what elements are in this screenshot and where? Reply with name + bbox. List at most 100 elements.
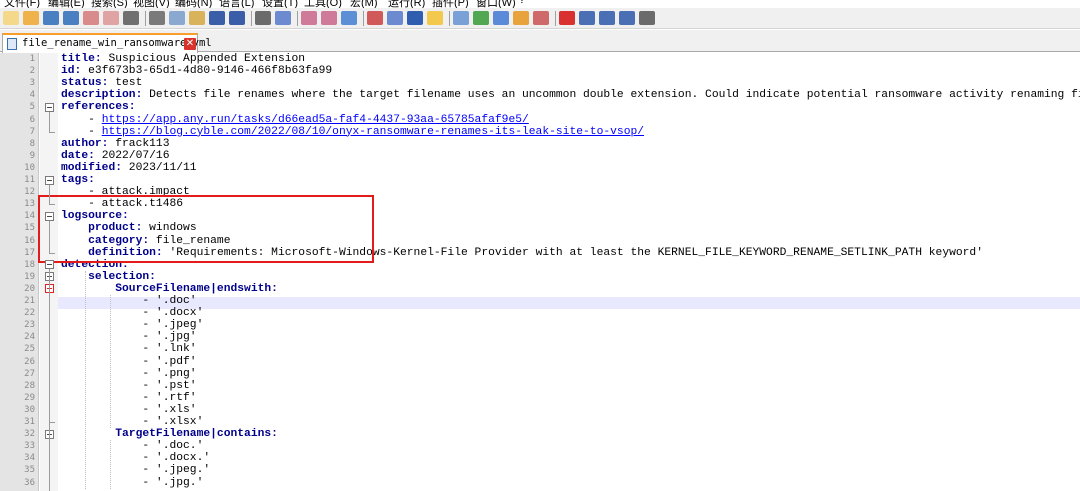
replace-icon[interactable] xyxy=(275,11,291,25)
new-file-icon[interactable] xyxy=(3,11,19,25)
menu-item[interactable]: 语言(L) xyxy=(219,0,254,8)
code-line[interactable]: - '.pdf' xyxy=(61,356,196,368)
fold-toggle-icon[interactable] xyxy=(45,175,54,185)
yaml-value: - '.jpg' xyxy=(61,331,197,344)
line-number: 23 xyxy=(24,320,35,331)
code-line[interactable]: - '.jpeg.' xyxy=(61,464,210,476)
code-line[interactable]: - '.jpg.' xyxy=(61,477,203,489)
code-line[interactable]: - '.docx.' xyxy=(61,452,210,464)
menu-item[interactable]: 工具(O) xyxy=(304,0,342,8)
code-line[interactable]: SourceFilename|endswith: xyxy=(61,283,278,295)
menu-item[interactable]: 运行(R) xyxy=(388,0,425,8)
yaml-value: 2022/07/16 xyxy=(101,149,170,162)
line-number: 15 xyxy=(24,223,35,234)
tab-close-icon[interactable]: ✕ xyxy=(184,38,196,50)
code-line[interactable]: - https://app.any.run/tasks/d66ead5a-faf… xyxy=(61,114,529,126)
record-macro-icon[interactable] xyxy=(559,11,575,25)
code-editor[interactable]: 1 2 3 4 5 6 7 8 9 10 11 12 13 14 15 16 17 18 19 20 21 22 23 24 2… xyxy=(0,53,1080,491)
sync-v-icon[interactable] xyxy=(341,11,357,25)
save-icon[interactable] xyxy=(43,11,59,25)
code-line[interactable]: selection: xyxy=(61,271,156,283)
code-line[interactable]: - '.xls' xyxy=(61,403,197,416)
line-number: 18 xyxy=(24,259,35,270)
yaml-key: date: xyxy=(61,149,102,162)
menu-item[interactable]: 插件(P) xyxy=(432,0,469,8)
folder-workspace-icon[interactable] xyxy=(513,11,529,25)
menu-item[interactable]: 编辑(E) xyxy=(48,0,85,8)
close-icon[interactable] xyxy=(83,11,99,25)
code-line[interactable]: id: e3f673b3-65d1-4d80-9146-466f8b63fa99 xyxy=(61,65,332,77)
code-line[interactable]: - '.doc.' xyxy=(61,440,203,452)
monitor-icon[interactable] xyxy=(533,11,549,25)
menu-item[interactable]: 设置(T) xyxy=(262,0,298,8)
word-wrap-icon[interactable] xyxy=(387,11,403,25)
print-icon[interactable] xyxy=(123,11,139,25)
redo-icon[interactable] xyxy=(229,11,245,25)
yaml-value: - xyxy=(61,125,102,138)
code-line[interactable]: - '.doc' xyxy=(61,295,196,307)
menu-item[interactable]: 宏(M) xyxy=(350,0,378,8)
code-line[interactable]: - '.lnk' xyxy=(61,343,196,355)
stop-record-icon[interactable] xyxy=(579,11,595,25)
menu-item[interactable]: 视图(V) xyxy=(133,0,170,8)
yaml-value: - '.pst' xyxy=(61,379,197,392)
play-macro-icon[interactable] xyxy=(599,11,615,25)
sync-h-icon[interactable] xyxy=(367,11,383,25)
fold-toggle-icon[interactable] xyxy=(45,102,54,112)
run-macro-multi-icon[interactable] xyxy=(619,11,635,25)
open-file-icon[interactable] xyxy=(23,11,39,25)
code-line[interactable]: author: frack113 xyxy=(61,138,169,150)
yaml-value: - '.png' xyxy=(61,367,197,380)
yaml-key: selection: xyxy=(88,270,156,283)
undo-icon[interactable] xyxy=(209,11,225,25)
reference-link[interactable]: https://blog.cyble.com/2022/08/10/onyx-r… xyxy=(102,126,644,138)
code-line[interactable]: - '.docx' xyxy=(61,307,203,319)
doc-map-icon[interactable] xyxy=(473,11,489,25)
yaml-value: - '.xls' xyxy=(61,403,197,416)
find-icon[interactable] xyxy=(255,11,271,25)
line-number: 26 xyxy=(24,356,35,367)
code-line[interactable]: title: Suspicious Appended Extension xyxy=(61,53,305,65)
lang-icon[interactable] xyxy=(453,11,469,25)
fold-toggle-icon[interactable] xyxy=(45,211,54,221)
code-line[interactable]: - '.jpg' xyxy=(61,331,197,344)
code-line[interactable]: status: test xyxy=(61,77,142,89)
zoom-in-icon[interactable] xyxy=(301,11,317,25)
code-line[interactable]: tags: xyxy=(61,174,95,186)
paste-icon[interactable] xyxy=(189,11,205,25)
line-number: 36 xyxy=(24,477,35,488)
menu-item[interactable]: 编码(N) xyxy=(175,0,212,8)
code-line[interactable]: date: 2022/07/16 xyxy=(61,150,169,162)
code-line[interactable]: - '.png' xyxy=(61,367,197,380)
save-macro-icon[interactable] xyxy=(639,11,655,25)
cut-icon[interactable] xyxy=(149,11,165,25)
function-list-icon[interactable] xyxy=(493,11,509,25)
line-number: 5 xyxy=(29,102,35,113)
yaml-value: test xyxy=(115,77,143,90)
fold-toggle-icon[interactable] xyxy=(45,260,54,270)
show-all-chars-icon[interactable] xyxy=(407,11,423,25)
fold-line xyxy=(49,220,50,254)
fold-line xyxy=(49,111,50,133)
code-line[interactable]: - '.jpeg' xyxy=(61,319,203,331)
close-all-icon[interactable] xyxy=(103,11,119,25)
code-line[interactable]: modified: 2023/11/11 xyxy=(61,162,197,174)
indent-guide-icon[interactable] xyxy=(427,11,443,25)
zoom-out-icon[interactable] xyxy=(321,11,337,25)
code-line[interactable]: - https://blog.cyble.com/2022/08/10/onyx… xyxy=(61,126,644,138)
code-line[interactable]: references: xyxy=(61,101,136,113)
code-line[interactable]: - '.xlsx' xyxy=(61,416,203,428)
code-line[interactable]: description: Detects file renames where … xyxy=(61,89,1080,101)
menu-item[interactable]: 窗口(W) xyxy=(476,0,516,8)
reference-link[interactable]: https://app.any.run/tasks/d66ead5a-faf4-… xyxy=(102,114,529,126)
file-icon xyxy=(7,38,17,50)
menu-item[interactable]: 文件(F) xyxy=(4,0,40,8)
save-all-icon[interactable] xyxy=(63,11,79,25)
menu-item[interactable]: 搜索(S) xyxy=(91,0,128,8)
code-line[interactable]: - '.pst' xyxy=(61,379,197,392)
copy-icon[interactable] xyxy=(169,11,185,25)
code-line[interactable]: - '.rtf' xyxy=(61,392,196,404)
tab-file[interactable]: file_rename_win_ransomware.yml ✕ xyxy=(2,33,212,53)
code-line[interactable]: TargetFilename|contains: xyxy=(61,428,278,440)
menu-item[interactable]: ? xyxy=(519,0,525,6)
